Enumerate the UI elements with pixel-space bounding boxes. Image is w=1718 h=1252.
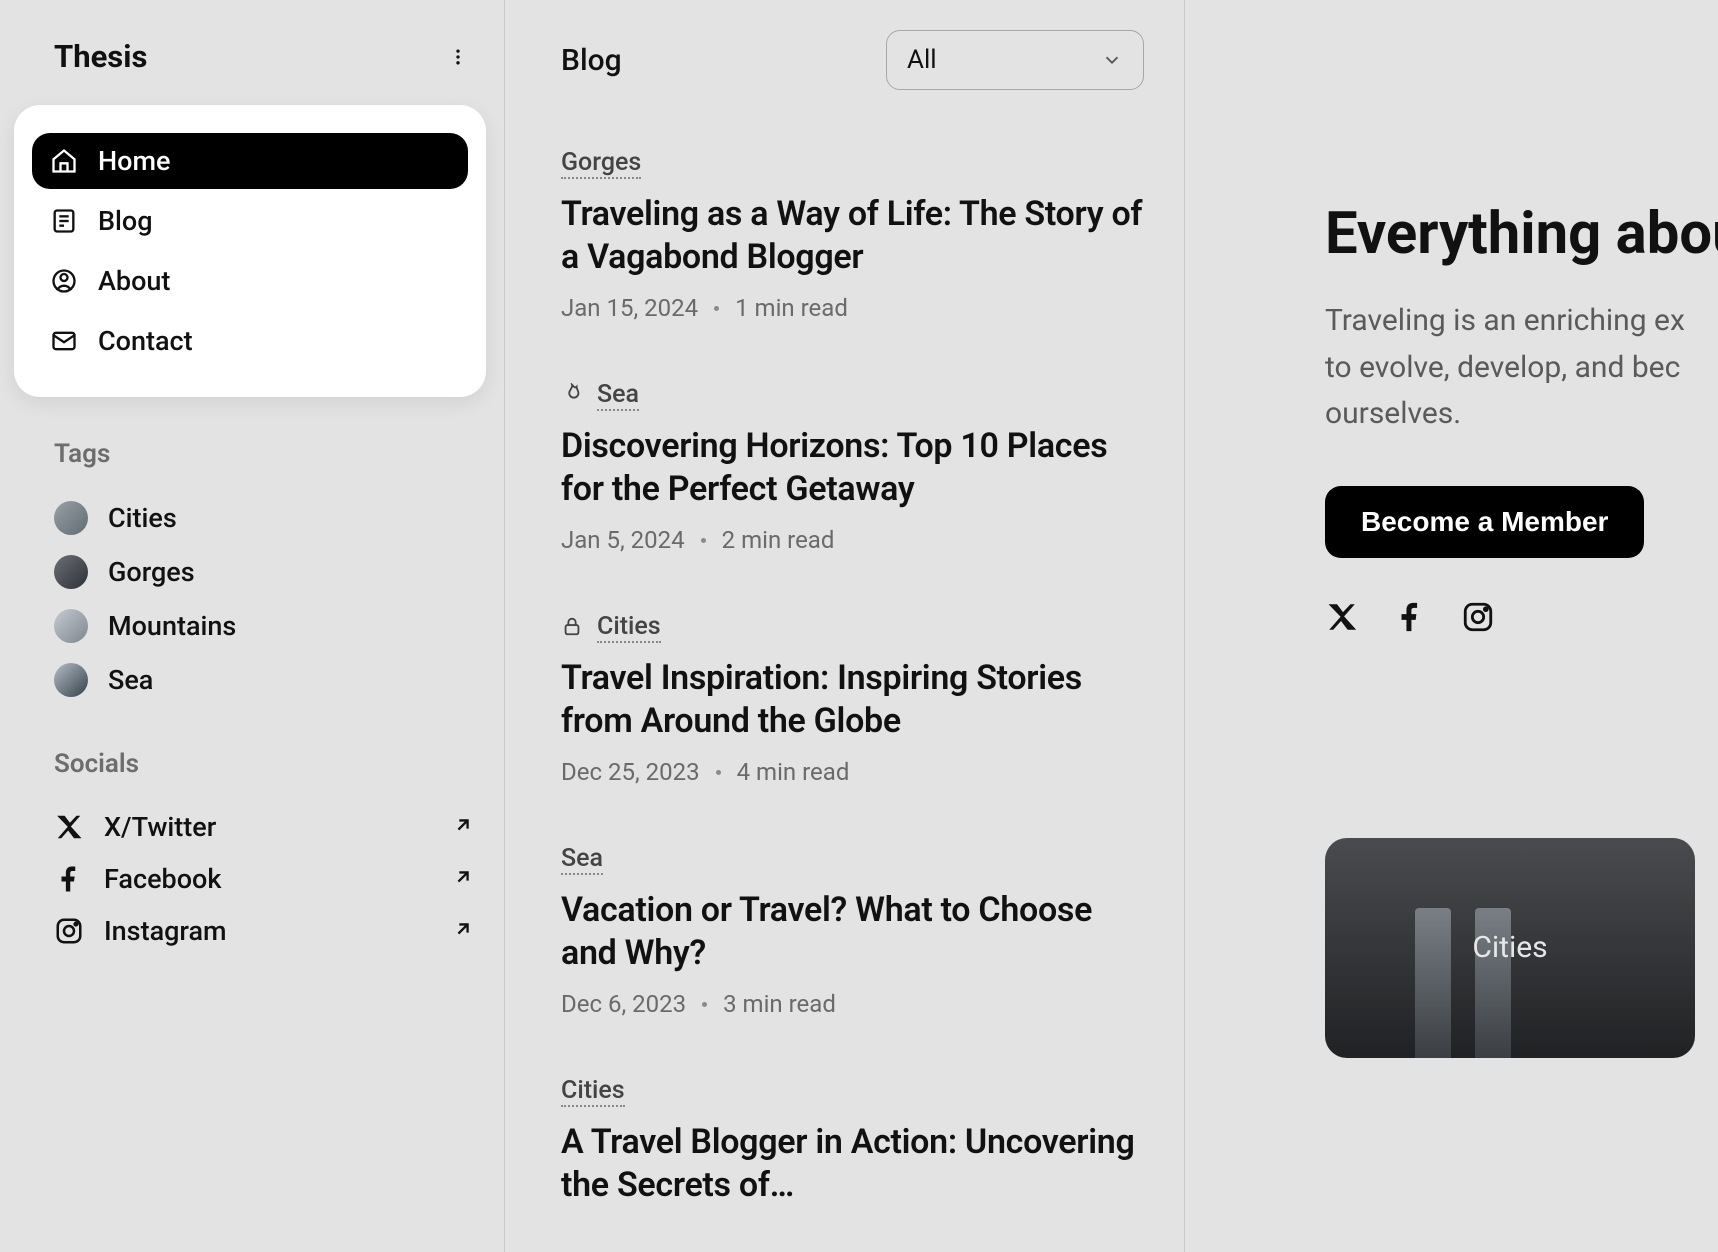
- contact-icon: [50, 327, 78, 355]
- tags-heading: Tags: [54, 439, 474, 469]
- external-link-icon: [452, 811, 474, 843]
- nav-label: Blog: [98, 205, 153, 237]
- social-label: X/Twitter: [104, 811, 216, 843]
- social-item-x[interactable]: X/Twitter: [54, 801, 474, 853]
- social-label: Instagram: [104, 915, 227, 947]
- post-meta: Jan 5, 2024 2 min read: [561, 526, 1144, 554]
- post-meta: Jan 15, 2024 1 min read: [561, 294, 1144, 322]
- post-meta: Dec 25, 2023 4 min read: [561, 758, 1144, 786]
- nav-item-home[interactable]: Home: [32, 133, 468, 189]
- post-read-time: 1 min read: [735, 294, 848, 322]
- tag-label: Mountains: [108, 610, 236, 642]
- post-date: Dec 25, 2023: [561, 758, 700, 786]
- hero-subtext: Traveling is an enriching ex to evolve, …: [1325, 298, 1718, 438]
- post-date: Jan 5, 2024: [561, 526, 685, 554]
- nav-label: Home: [98, 145, 170, 177]
- post-read-time: 2 min read: [722, 526, 835, 554]
- post-meta: Dec 6, 2023 3 min read: [561, 990, 1144, 1018]
- social-label: Facebook: [104, 863, 221, 895]
- post-item: Sea Discovering Horizons: Top 10 Places …: [561, 380, 1144, 554]
- nav-item-about[interactable]: About: [32, 253, 468, 309]
- tag-label: Sea: [108, 664, 153, 696]
- x-icon: [1325, 600, 1359, 634]
- x-icon: [54, 812, 84, 842]
- dot-separator: [716, 770, 721, 775]
- post-tag[interactable]: Sea: [561, 844, 603, 875]
- post-item: Gorges Traveling as a Way of Life: The S…: [561, 148, 1144, 322]
- blog-title: Blog: [561, 43, 622, 78]
- tag-item-mountains[interactable]: Mountains: [54, 599, 474, 653]
- post-date: Jan 15, 2024: [561, 294, 698, 322]
- nav-label: Contact: [98, 325, 193, 357]
- post-item: Cities A Travel Blogger in Action: Uncov…: [561, 1076, 1144, 1206]
- post-title[interactable]: A Travel Blogger in Action: Uncovering t…: [561, 1121, 1144, 1206]
- post-title[interactable]: Travel Inspiration: Inspiring Stories fr…: [561, 657, 1144, 742]
- post-item: Sea Vacation or Travel? What to Choose a…: [561, 844, 1144, 1018]
- lock-icon: [561, 615, 583, 641]
- hero-sub-line: Traveling is an enriching ex: [1325, 298, 1718, 345]
- nav-card: Home Blog About Contact: [14, 105, 486, 397]
- blog-column: Blog All Gorges Traveling as a Way of Li…: [505, 0, 1185, 1252]
- flame-icon: [561, 383, 583, 409]
- hero-facebook-link[interactable]: [1393, 600, 1427, 638]
- site-title[interactable]: Thesis: [54, 38, 147, 75]
- socials-heading: Socials: [54, 749, 474, 779]
- about-icon: [50, 267, 78, 295]
- post-title[interactable]: Traveling as a Way of Life: The Story of…: [561, 193, 1144, 278]
- hero-social-row: [1325, 600, 1718, 638]
- external-link-icon: [452, 915, 474, 947]
- tag-item-cities[interactable]: Cities: [54, 491, 474, 545]
- post-item: Cities Travel Inspiration: Inspiring Sto…: [561, 612, 1144, 786]
- facebook-icon: [1393, 600, 1427, 634]
- post-read-time: 4 min read: [737, 758, 850, 786]
- dot-separator: [714, 306, 719, 311]
- post-tag[interactable]: Sea: [597, 380, 639, 411]
- become-member-button[interactable]: Become a Member: [1325, 486, 1644, 558]
- nav-item-contact[interactable]: Contact: [32, 313, 468, 369]
- facebook-icon: [54, 864, 84, 894]
- social-item-facebook[interactable]: Facebook: [54, 853, 474, 905]
- post-date: Dec 6, 2023: [561, 990, 686, 1018]
- hero-sub-line: to evolve, develop, and bec: [1325, 345, 1718, 392]
- instagram-icon: [1461, 600, 1495, 634]
- tag-thumb: [54, 555, 88, 589]
- featured-card-label: Cities: [1472, 930, 1547, 965]
- external-link-icon: [452, 863, 474, 895]
- nav-label: About: [98, 265, 170, 297]
- home-icon: [50, 147, 78, 175]
- blog-filter-select[interactable]: All: [886, 30, 1144, 90]
- hero-sub-line: ourselves.: [1325, 391, 1718, 438]
- tag-thumb: [54, 609, 88, 643]
- hero-instagram-link[interactable]: [1461, 600, 1495, 638]
- post-read-time: 3 min read: [723, 990, 836, 1018]
- hero-panel: Everything abou Traveling is an enrichin…: [1185, 0, 1718, 1252]
- sidebar-header: Thesis: [54, 38, 474, 75]
- sidebar: Thesis Home Blog About Co: [0, 0, 505, 1252]
- filter-selected-value: All: [907, 45, 937, 75]
- social-item-instagram[interactable]: Instagram: [54, 905, 474, 957]
- tag-item-gorges[interactable]: Gorges: [54, 545, 474, 599]
- featured-tag-card-cities[interactable]: Cities: [1325, 838, 1695, 1058]
- post-title[interactable]: Vacation or Travel? What to Choose and W…: [561, 889, 1144, 974]
- dot-separator: [701, 538, 706, 543]
- post-tag[interactable]: Gorges: [561, 148, 641, 179]
- blog-header: Blog All: [561, 30, 1144, 90]
- post-tag[interactable]: Cities: [561, 1076, 625, 1107]
- hero-heading: Everything abou: [1325, 200, 1718, 268]
- tag-label: Gorges: [108, 556, 195, 588]
- tag-item-sea[interactable]: Sea: [54, 653, 474, 707]
- dots-vertical-icon: [448, 47, 468, 67]
- blog-icon: [50, 207, 78, 235]
- post-tag[interactable]: Cities: [597, 612, 661, 643]
- dot-separator: [702, 1002, 707, 1007]
- tag-thumb: [54, 663, 88, 697]
- nav-item-blog[interactable]: Blog: [32, 193, 468, 249]
- tag-label: Cities: [108, 502, 177, 534]
- chevron-down-icon: [1101, 49, 1123, 71]
- instagram-icon: [54, 916, 84, 946]
- more-menu-button[interactable]: [442, 41, 474, 73]
- post-title[interactable]: Discovering Horizons: Top 10 Places for …: [561, 425, 1144, 510]
- tag-thumb: [54, 501, 88, 535]
- hero-x-link[interactable]: [1325, 600, 1359, 638]
